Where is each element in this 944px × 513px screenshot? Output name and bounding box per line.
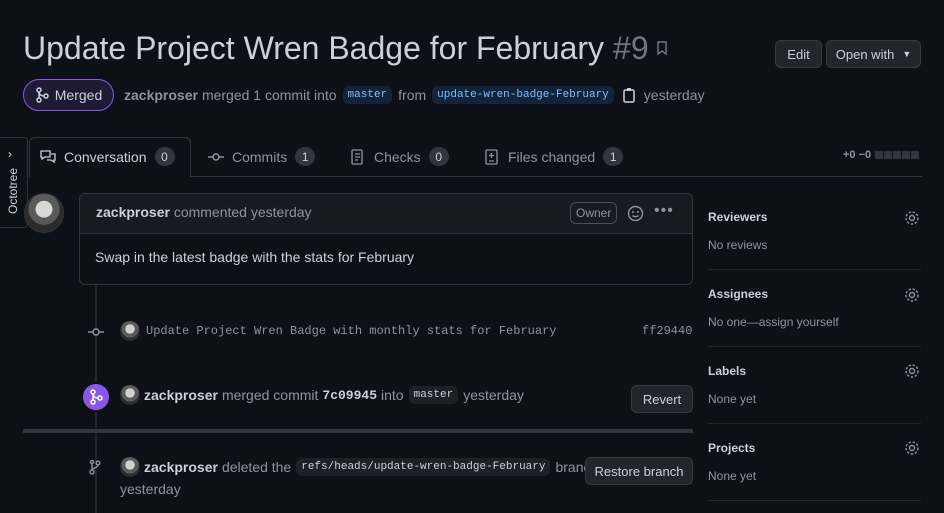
tabs-divider [191, 176, 922, 177]
tab-checks[interactable]: Checks 0 [350, 147, 449, 166]
pr-number: #9 [613, 30, 649, 66]
pr-title: Update Project Wren Badge for February [23, 30, 605, 66]
caret-down-icon: ▼ [902, 49, 912, 59]
diffstat-blocks [875, 151, 920, 159]
merge-event-text1: merged commit [221, 387, 319, 403]
tab-commits[interactable]: Commits 1 [208, 147, 316, 166]
commit-icon [208, 152, 224, 161]
merge-event-text2: into [381, 387, 404, 403]
sidebar-divider [708, 500, 921, 501]
merge-icon [36, 87, 49, 103]
revert-label: Revert [642, 391, 682, 407]
merge-event-time: yesterday [463, 387, 524, 403]
restore-branch-label: Restore branch [594, 463, 684, 479]
diffstat-text: +0 −0 [843, 149, 872, 161]
tab-conversation-count: 0 [154, 147, 175, 166]
merge-text: merged 1 commit into [201, 87, 337, 103]
sidebar-reviewers-title[interactable]: Reviewers [708, 210, 921, 224]
tab-conversation-content: Conversation 0 [40, 147, 175, 166]
commit-message-link[interactable]: Update Project Wren Badge with monthly s… [146, 324, 556, 338]
delete-event-text1: deleted the [221, 459, 292, 475]
revert-button[interactable]: Revert [631, 385, 693, 413]
diffstat: +0 −0 [843, 149, 920, 161]
tab-files-changed[interactable]: Files changed 1 [484, 147, 624, 166]
sidebar-labels-value: None yet [708, 392, 757, 406]
gear-icon[interactable] [904, 287, 920, 303]
merge-event-text: zackproser merged commit 7c09945 into ma… [144, 386, 524, 404]
avatar[interactable] [24, 193, 64, 233]
merge-summary: zackproser merged 1 commit into master f… [124, 86, 705, 104]
comment-action: commented yesterday [173, 204, 312, 220]
deleted-ref-badge: refs/heads/update-wren-badge-February [296, 458, 551, 476]
delete-event-avatar[interactable] [120, 457, 140, 477]
delete-event-author[interactable]: zackproser [144, 459, 218, 475]
timeline-separator [23, 429, 693, 433]
tab-files-changed-label: Files changed [508, 148, 596, 165]
merge-event-author[interactable]: zackproser [144, 387, 218, 403]
commit-avatar[interactable] [120, 321, 140, 341]
comment-header: zackproser commented yesterday Owner ••• [80, 194, 692, 234]
comment-meta: zackproser commented yesterday [96, 204, 312, 220]
author-link[interactable]: zackproser [124, 87, 198, 103]
comment-body: Swap in the latest badge with the stats … [95, 249, 415, 265]
owner-badge: Owner [570, 202, 618, 224]
checklist-icon [351, 148, 363, 165]
merged-event-badge [81, 382, 111, 412]
octotree-label: Octotree [6, 167, 20, 215]
pr-title-row: Update Project Wren Badge for February #… [23, 30, 649, 67]
merge-branch-badge[interactable]: master [408, 386, 459, 404]
sidebar-divider [708, 346, 921, 347]
bookmark-icon[interactable] [656, 41, 668, 56]
sidebar-reviewers-value: No reviews [708, 238, 768, 252]
comment-author[interactable]: zackproser [96, 204, 170, 220]
gear-icon[interactable] [904, 210, 920, 226]
sidebar-projects-title[interactable]: Projects [708, 441, 921, 455]
file-diff-icon [485, 148, 498, 165]
merged-state-badge: Merged [23, 79, 114, 111]
sidebar-assignees-value[interactable]: No one—assign yourself [708, 315, 921, 329]
gear-icon[interactable] [904, 363, 920, 379]
sidebar-labels: Labels None yet [708, 364, 921, 406]
merge-event-icon [90, 389, 103, 405]
sidebar-divider [708, 269, 921, 270]
merge-event-avatar[interactable] [120, 385, 140, 405]
delete-event-time: yesterday [120, 481, 181, 497]
gear-icon[interactable] [904, 440, 920, 456]
copy-icon[interactable] [622, 87, 636, 103]
open-with-label: Open with [835, 46, 895, 62]
tab-conversation-label: Conversation [64, 148, 147, 165]
kebab-horizontal-icon[interactable]: ••• [654, 202, 674, 220]
sidebar-assignees: Assignees No one—assign yourself [708, 287, 921, 329]
sidebar-assignees-title[interactable]: Assignees [708, 287, 921, 301]
sidebar-divider [708, 423, 921, 424]
commit-sha-link[interactable]: ff29440 [642, 324, 692, 338]
sidebar-projects: Projects None yet [708, 441, 921, 483]
merged-label: Merged [54, 87, 103, 103]
git-commit-icon [88, 328, 104, 336]
merge-time: yesterday [643, 87, 705, 103]
base-branch-badge[interactable]: master [342, 86, 393, 104]
restore-branch-button[interactable]: Restore branch [585, 457, 693, 485]
from-text: from [398, 87, 427, 103]
tab-checks-count: 0 [428, 147, 449, 166]
sidebar-projects-value: None yet [708, 469, 757, 483]
merge-sha-link[interactable]: 7c09945 [322, 388, 377, 403]
open-with-button[interactable]: Open with ▼ [826, 40, 921, 68]
git-branch-icon [89, 459, 101, 475]
sidebar-reviewers: Reviewers No reviews [708, 210, 921, 252]
smiley-icon[interactable] [627, 205, 644, 222]
head-branch-badge[interactable]: update-wren-badge-February [432, 86, 614, 104]
tab-checks-label: Checks [374, 148, 421, 165]
sidebar-labels-title[interactable]: Labels [708, 364, 921, 378]
delete-event-text: zackproser deleted the refs/heads/update… [144, 458, 598, 476]
edit-button-label: Edit [787, 46, 810, 62]
tab-commits-count: 1 [295, 147, 316, 166]
tab-commits-label: Commits [232, 148, 288, 165]
comment-box: zackproser commented yesterday Owner •••… [79, 193, 693, 285]
tab-files-changed-count: 1 [603, 147, 624, 166]
comment-discussion-icon [40, 149, 56, 163]
edit-button[interactable]: Edit [775, 40, 822, 68]
